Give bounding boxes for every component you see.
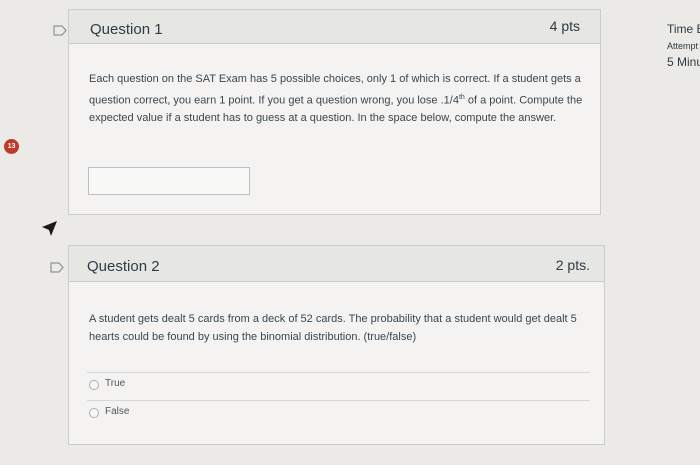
question-1-answer-input[interactable] (88, 167, 250, 195)
option-true[interactable]: True (87, 372, 590, 401)
question-1-card: Question 1 4 pts Each question on the SA… (68, 9, 601, 215)
question-1-header: Question 1 4 pts (69, 10, 600, 44)
question-2-points: 2 pts. (555, 257, 590, 273)
unanswered-count-badge: 13 (4, 139, 19, 154)
flag-icon[interactable] (53, 25, 67, 36)
question-2-card: Question 2 2 pts. A student gets dealt 5… (68, 245, 605, 445)
option-false[interactable]: False (87, 400, 590, 429)
question-2-header: Question 2 2 pts. (69, 246, 604, 282)
question-2-text: A student gets dealt 5 cards from a deck… (89, 313, 577, 343)
attempt-label: Attempt (667, 41, 699, 51)
flag-icon[interactable] (50, 262, 64, 273)
question-1-text: Each question on the SAT Exam has 5 poss… (89, 73, 583, 124)
question-1-title: Question 1 (90, 21, 163, 38)
time-elapsed-label: Time E (667, 22, 700, 36)
minutes-label: 5 Minu (667, 55, 700, 69)
option-false-label: False (105, 406, 130, 417)
mouse-pointer-icon (42, 221, 57, 236)
question-2-title: Question 2 (87, 258, 160, 275)
false-radio[interactable] (89, 408, 99, 418)
question-1-points: 4 pts (549, 18, 580, 34)
true-radio[interactable] (89, 380, 99, 390)
option-true-label: True (105, 378, 126, 389)
